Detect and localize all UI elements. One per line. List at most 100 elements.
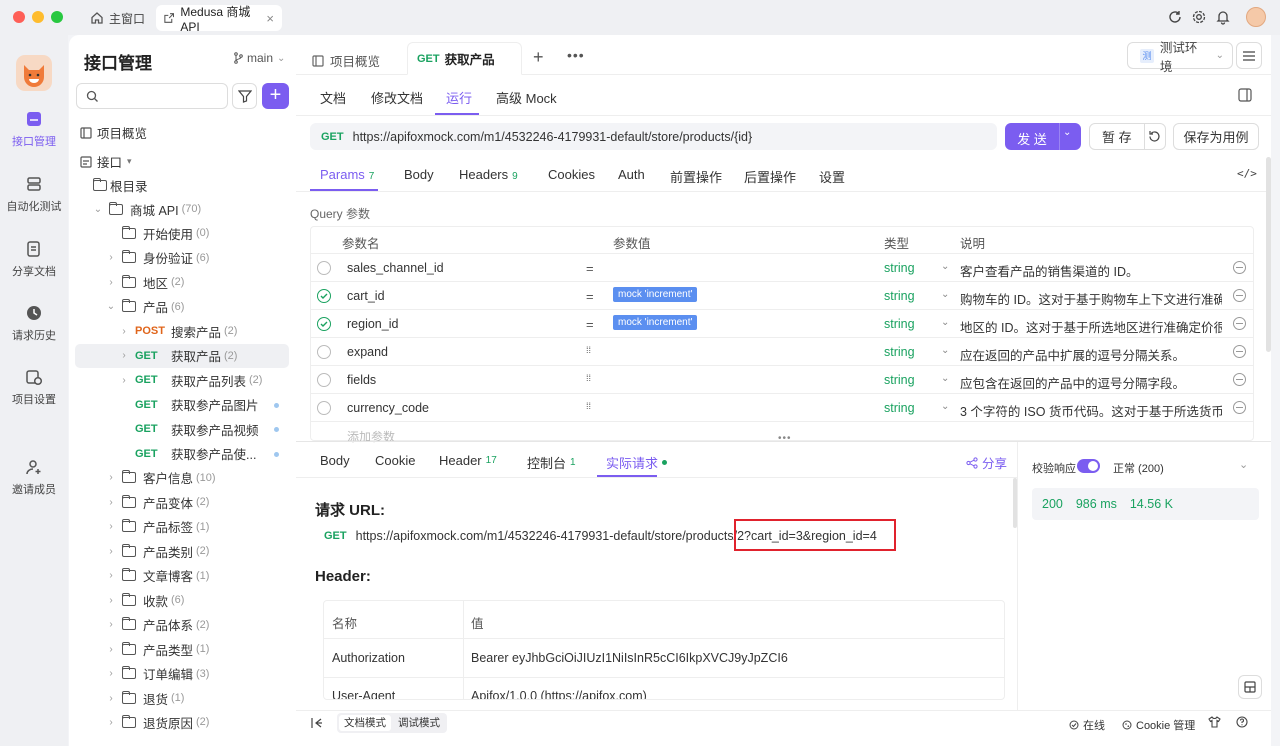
type-chevron-icon[interactable]: ⌄ [941,289,949,300]
share-button[interactable]: 分享 [966,453,1007,472]
project-logo[interactable] [16,55,52,91]
api-item[interactable]: › GET 获取产品列表 (2) [75,368,289,392]
folder-item[interactable]: › 产品体系 (2) [75,613,289,637]
api-item[interactable]: GET 获取参产品图片 [75,393,289,417]
api-item[interactable]: › GET 获取产品 (2) [75,343,289,368]
rail-item-2[interactable]: 分享文档 [0,240,68,279]
url-input[interactable]: https://apifoxmock.com/m1/4532246-417993… [353,130,753,144]
response-tab-0[interactable]: Body [320,453,350,468]
checked-icon[interactable] [317,317,331,331]
api-item[interactable]: › POST 搜索产品 (2) [75,319,289,343]
api-section-header[interactable]: 接口 ▾ [80,152,132,171]
code-icon[interactable]: </> [1237,167,1257,180]
param-tab-headers[interactable]: Headers 9 [459,167,518,182]
response-tab-1[interactable]: Cookie [375,453,415,468]
close-tab-icon[interactable]: × [266,11,274,26]
remove-param-icon[interactable] [1233,289,1246,302]
chevron-icon[interactable]: › [106,546,116,557]
environment-selector[interactable]: 测 测试环境 ⌄ [1127,41,1233,74]
online-status[interactable]: 在线 [1069,717,1105,733]
root-folder[interactable]: 根目录 [75,173,289,197]
unchecked-icon[interactable] [317,373,331,387]
search-input[interactable] [76,83,228,109]
folder-item[interactable]: ⌄ 产品 (6) [75,295,289,319]
param-tab-设置[interactable]: 设置 [819,167,845,186]
folder-item[interactable]: › 客户信息 (10) [75,466,289,490]
param-tab-params[interactable]: Params 7 [320,167,374,182]
api-item[interactable]: GET 获取参产品视频 [75,417,289,441]
user-avatar[interactable] [1246,7,1266,27]
param-name[interactable]: region_id [347,317,398,331]
param-name[interactable]: expand [347,345,388,359]
param-type[interactable]: string [884,373,915,387]
folder-item[interactable]: › 产品标签 (1) [75,515,289,539]
save-temp-button[interactable]: 暂 存 [1089,123,1166,150]
gear-icon[interactable] [1191,9,1207,25]
subtab-0[interactable]: 文档 [320,88,346,107]
param-type[interactable]: string [884,317,915,331]
home-tab[interactable]: 主窗口 [82,6,153,30]
minimize-window-button[interactable] [32,11,44,23]
rail-item-1[interactable]: 自动化测试 [0,175,68,214]
checked-icon[interactable] [317,289,331,303]
remove-param-icon[interactable] [1233,373,1246,386]
add-param-placeholder[interactable]: 添加参数 [347,428,395,445]
folder-item[interactable]: ⌄ 商城 API (70) [75,197,289,221]
chevron-icon[interactable]: › [106,644,116,655]
project-overview-link[interactable]: 项目概览 [80,123,147,142]
param-name[interactable]: sales_channel_id [347,261,444,275]
type-chevron-icon[interactable]: ⌄ [941,345,949,356]
chevron-icon[interactable]: › [106,570,116,581]
collapse-sidebar-icon[interactable] [311,717,323,729]
params-scrollbar[interactable] [1266,157,1271,352]
reset-icon[interactable] [1148,130,1161,143]
remove-param-icon[interactable] [1233,317,1246,330]
splitter-handle[interactable]: ••• [778,433,792,444]
param-name[interactable]: fields [347,373,376,387]
param-type[interactable]: string [884,345,915,359]
sidebar-toggle-icon[interactable] [1238,88,1252,102]
param-value-mock[interactable]: mock 'increment' [613,315,698,330]
cookie-manager[interactable]: Cookie 管理 [1122,717,1195,733]
filter-button[interactable] [232,83,257,109]
chevron-icon[interactable]: › [106,521,116,532]
subtab-1[interactable]: 修改文档 [371,88,423,107]
type-chevron-icon[interactable]: ⌄ [941,261,949,272]
url-bar[interactable]: GET https://apifoxmock.com/m1/4532246-41… [310,123,997,150]
bell-icon[interactable] [1215,9,1231,25]
param-type[interactable]: string [884,401,915,415]
param-tab-body[interactable]: Body [404,167,434,182]
param-tab-auth[interactable]: Auth [618,167,645,182]
more-tabs-button[interactable]: ••• [567,47,585,63]
chevron-icon[interactable]: › [106,595,116,606]
remove-param-icon[interactable] [1233,401,1246,414]
api-item[interactable]: GET 获取参产品使... [75,442,289,466]
chevron-icon[interactable]: › [106,693,116,704]
send-button[interactable]: 发 送 ⌄ [1005,123,1081,150]
type-chevron-icon[interactable]: ⌄ [941,317,949,328]
chevron-icon[interactable]: › [106,497,116,508]
unchecked-icon[interactable] [317,261,331,275]
branch-selector[interactable]: main ⌄ [233,51,285,65]
doc-mode-button[interactable]: 文档模式 [339,715,391,731]
param-value-mock[interactable]: mock 'increment' [613,287,698,302]
chevron-icon[interactable]: › [119,350,129,361]
folder-item[interactable]: › 退货原因 (2) [75,710,289,734]
rail-item-4[interactable]: 项目设置 [0,368,68,407]
folder-item[interactable]: › 产品类型 (1) [75,637,289,661]
remove-param-icon[interactable] [1233,345,1246,358]
chevron-icon[interactable]: › [106,252,116,263]
folder-item[interactable]: › 产品变体 (2) [75,490,289,514]
chevron-icon[interactable]: › [106,277,116,288]
verify-toggle[interactable] [1077,459,1100,473]
chevron-icon[interactable]: › [106,717,116,728]
param-type[interactable]: string [884,289,915,303]
refresh-icon[interactable] [1167,9,1183,25]
param-type[interactable]: string [884,261,915,275]
rail-item-3[interactable]: 请求历史 [0,304,68,343]
project-tab[interactable]: Medusa 商城 API × [156,5,282,34]
folder-item[interactable]: › 订单编辑 (3) [75,662,289,686]
chevron-icon[interactable]: › [106,619,116,630]
save-as-case-button[interactable]: 保存为用例 [1173,123,1259,150]
shirt-icon[interactable] [1208,716,1221,728]
